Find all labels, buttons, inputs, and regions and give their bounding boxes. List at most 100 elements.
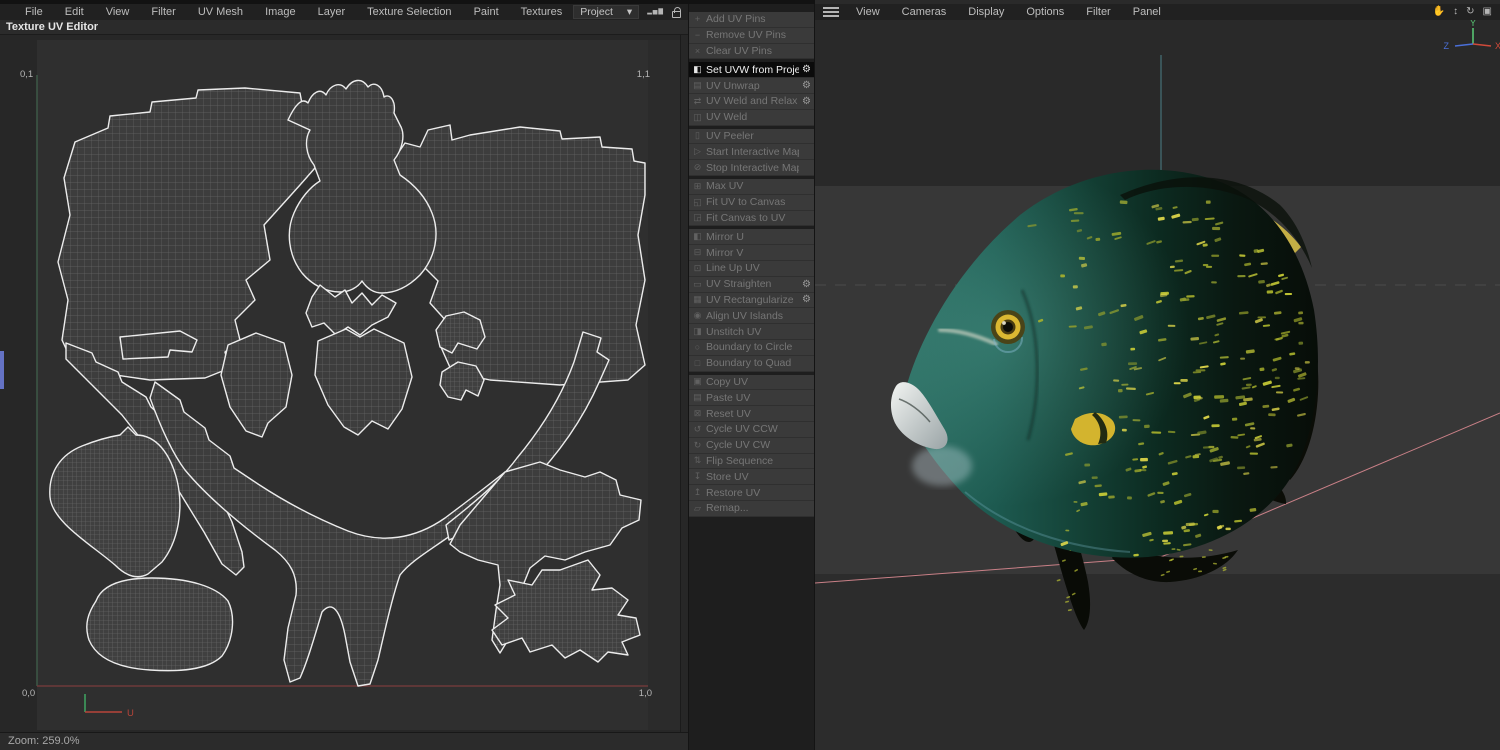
axis-z-label: Z — [1444, 41, 1450, 51]
viewport-menu-items: View Cameras Display Options Filter Panel — [845, 6, 1172, 18]
uv-command-boundary-to-circle[interactable]: ○ Boundary to Circle — [689, 339, 814, 356]
uv-command-remove-uv-pins[interactable]: − Remove UV Pins — [689, 27, 814, 44]
uv-command-flip-sequence[interactable]: ⇅ Flip Sequence — [689, 453, 814, 470]
command-icon: ⊘ — [693, 162, 702, 173]
uv-command-paste-uv[interactable]: ▤ Paste UV — [689, 390, 814, 407]
gear-icon[interactable]: ⚙ — [799, 294, 814, 305]
uv-command-start-interactive-mapping[interactable]: ▷ Start Interactive Mapping — [689, 144, 814, 161]
uv-command-uv-rectangularize[interactable]: ▦ UV Rectangularize ⚙ — [689, 292, 814, 309]
vp-menu-panel[interactable]: Panel — [1122, 6, 1172, 18]
uv-command-clear-uv-pins[interactable]: × Clear UV Pins — [689, 43, 814, 60]
uv-command-mirror-u[interactable]: ◧ Mirror U — [689, 229, 814, 246]
command-icon: ⇅ — [693, 455, 702, 466]
menu-layer[interactable]: Layer — [307, 6, 357, 18]
uv-command-group: ◧Set UVW from Projection⚙▤UV Unwrap⚙⇄UV … — [689, 62, 814, 126]
uv-command-store-uv[interactable]: ↧ Store UV — [689, 469, 814, 486]
status-bar: Zoom: 259.0% — [0, 732, 688, 750]
uv-label-01: 0,1 — [20, 69, 33, 80]
uv-command-mirror-v[interactable]: ⊟ Mirror V — [689, 245, 814, 261]
vp-menu-view[interactable]: View — [845, 6, 891, 18]
vp-menu-display[interactable]: Display — [957, 6, 1015, 18]
menu-image[interactable]: Image — [254, 6, 307, 18]
command-label: Mirror U — [706, 230, 744, 243]
uv-command-line-up-uv[interactable]: ⊡ Line Up UV — [689, 260, 814, 277]
uv-command-restore-uv[interactable]: ↥ Restore UV — [689, 485, 814, 501]
menu-textures[interactable]: Textures — [510, 6, 574, 18]
command-icon: ▱ — [694, 502, 701, 513]
command-label: Unstitch UV — [706, 325, 762, 338]
uv-command-boundary-to-quad[interactable]: □ Boundary to Quad — [689, 355, 814, 372]
uv-command-align-uv-islands[interactable]: ◉ Align UV Islands — [689, 308, 814, 325]
hand-pan-icon[interactable]: ✋ — [1433, 5, 1445, 19]
menu-view[interactable]: View — [95, 6, 141, 18]
orbit-rotate-icon[interactable]: ↻ — [1466, 5, 1474, 19]
command-icon: □ — [694, 358, 701, 369]
command-icon: ◉ — [693, 310, 702, 321]
viewport-bg-bottom — [815, 574, 1500, 750]
command-label: Set UVW from Projection — [706, 63, 799, 76]
dolly-zoom-icon[interactable]: ↕ — [1453, 5, 1458, 19]
uv-command-uv-weld[interactable]: ◫ UV Weld — [689, 109, 814, 126]
uv-command-add-uv-pins[interactable]: + Add UV Pins — [689, 12, 814, 28]
viewport-menubar: View Cameras Display Options Filter Panel ✋ ↕… — [815, 4, 1500, 20]
uv-command-set-uvw-from-projection[interactable]: ◧ Set UVW from Projection⚙ — [689, 62, 814, 79]
uv-command-cycle-uv-cw[interactable]: ↻ Cycle UV CW — [689, 437, 814, 454]
command-label: Add UV Pins — [706, 13, 766, 26]
uv-command-uv-peeler[interactable]: ▯ UV Peeler — [689, 128, 814, 145]
uv-command-max-uv[interactable]: ⊞ Max UV — [689, 178, 814, 195]
uv-command-uv-weld-and-relax[interactable]: ⇄ UV Weld and Relax ⚙ — [689, 93, 814, 110]
menu-filter[interactable]: Filter — [140, 6, 186, 18]
viewport-3d[interactable]: Y Z X — [815, 20, 1500, 750]
command-icon: ▦ — [693, 294, 702, 305]
uv-island-rounded-square[interactable] — [86, 577, 234, 672]
histogram-icon[interactable]: ▂▅▇ — [647, 5, 664, 19]
uv-right-gutter — [648, 40, 680, 730]
uv-command-uv-straighten[interactable]: ▭ UV Straighten ⚙ — [689, 276, 814, 293]
uv-command-copy-uv[interactable]: ▣ Copy UV — [689, 374, 814, 391]
command-label: Paste UV — [706, 391, 751, 404]
menu-edit[interactable]: Edit — [54, 6, 95, 18]
command-icon: ◨ — [693, 326, 702, 337]
vp-menu-options[interactable]: Options — [1015, 6, 1075, 18]
gear-icon[interactable]: ⚙ — [799, 80, 814, 91]
maximize-view-icon[interactable]: ▣ — [1483, 5, 1492, 19]
uv-command-unstitch-uv[interactable]: ◨ Unstitch UV — [689, 324, 814, 340]
gear-icon[interactable]: ⚙ — [799, 96, 814, 107]
command-icon: ↺ — [693, 423, 702, 434]
uv-command-cycle-uv-ccw[interactable]: ↺ Cycle UV CCW — [689, 421, 814, 438]
menu-file[interactable]: File — [14, 6, 54, 18]
uv-label-10: 1,0 — [639, 688, 652, 699]
command-icon: ○ — [694, 342, 701, 353]
command-icon: ▤ — [693, 80, 702, 91]
uv-canvas[interactable]: 0,1 1,1 0,0 1,0 U — [0, 35, 688, 732]
project-dropdown[interactable]: Project ▾ — [573, 5, 640, 19]
uv-command-group: + Add UV Pins − Remove UV Pins × Clear UV Pin… — [689, 12, 814, 60]
hamburger-icon[interactable] — [823, 7, 839, 17]
vp-menu-cameras[interactable]: Cameras — [891, 6, 958, 18]
gear-icon[interactable]: ⚙ — [799, 64, 814, 75]
command-label: UV Rectangularize — [706, 293, 794, 306]
viewport-bg-top — [815, 20, 1500, 186]
command-label: Clear UV Pins — [706, 44, 772, 57]
menu-uv-mesh[interactable]: UV Mesh — [187, 6, 254, 18]
command-label: Boundary to Quad — [706, 357, 792, 370]
vp-menu-filter[interactable]: Filter — [1075, 6, 1121, 18]
uv-command-uv-unwrap[interactable]: ▤ UV Unwrap ⚙ — [689, 78, 814, 94]
command-label: UV Weld and Relax — [706, 95, 798, 108]
viewport-panel: View Cameras Display Options Filter Panel ✋ ↕… — [815, 0, 1500, 750]
uv-command-stop-interactive-mapping[interactable]: ⊘ Stop Interactive Mapping — [689, 160, 814, 176]
menu-paint[interactable]: Paint — [463, 6, 510, 18]
lock-icon[interactable] — [672, 6, 682, 18]
uv-command-reset-uv[interactable]: ⊠ Reset UV — [689, 406, 814, 422]
uv-command-fit-uv-to-canvas[interactable]: ◱ Fit UV to Canvas — [689, 194, 814, 211]
command-label: UV Weld — [706, 111, 748, 124]
uv-command-fit-canvas-to-uv[interactable]: ◲ Fit Canvas to UV — [689, 210, 814, 227]
command-icon: ◲ — [693, 212, 702, 223]
gear-icon[interactable]: ⚙ — [799, 279, 814, 290]
zoom-level: Zoom: 259.0% — [8, 735, 80, 747]
command-icon: ↻ — [693, 439, 702, 450]
menu-texture-selection[interactable]: Texture Selection — [356, 6, 462, 18]
uv-editor-menu-items: File Edit View Filter UV Mesh Image Layer Textu… — [14, 6, 573, 18]
uv-command-remap[interactable]: ▱ Remap... — [689, 500, 814, 517]
command-label: Stop Interactive Mapping — [706, 161, 799, 174]
